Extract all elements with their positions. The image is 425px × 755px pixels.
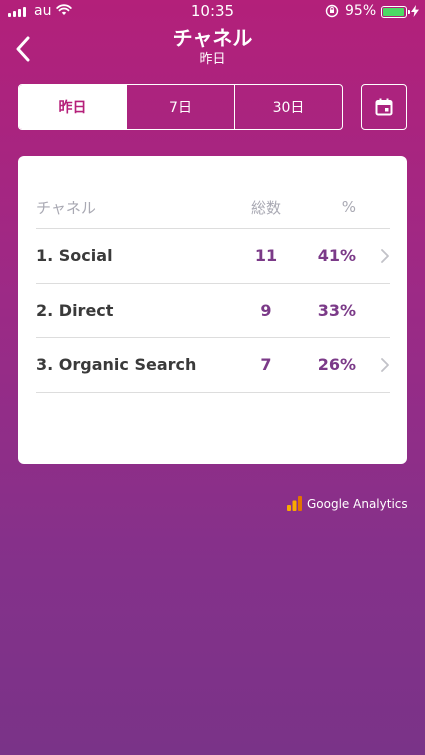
charging-bolt-icon (411, 5, 419, 21)
row-channel-name: 1. Social (36, 246, 113, 266)
status-bar: au 10:35 95% (0, 0, 425, 24)
battery-icon (381, 6, 410, 18)
row-total: 11 (254, 246, 278, 266)
chevron-right-icon (381, 357, 389, 372)
tab-7-days[interactable]: 7日 (126, 85, 234, 129)
google-analytics-brand: Google Analytics (287, 496, 408, 511)
table-row-organic-search[interactable]: 3. Organic Search 7 26% (36, 338, 390, 393)
row-total: 9 (260, 300, 272, 320)
page-title: チャネル (172, 26, 253, 50)
page-subtitle: 昨日 (199, 52, 226, 67)
header-percent: % (341, 198, 356, 216)
analytics-logo-icon (287, 496, 302, 511)
header-total: 総数 (250, 198, 281, 217)
row-percent: 26% (317, 355, 356, 375)
orientation-lock-icon (325, 4, 339, 22)
row-channel-name: 2. Direct (36, 300, 114, 320)
table-row-social[interactable]: 1. Social 11 41% (36, 229, 390, 284)
tab-30-days[interactable]: 30日 (234, 85, 342, 129)
chevron-right-icon (381, 248, 389, 263)
table-header: チャネル 総数 % (36, 186, 390, 229)
table-row-direct[interactable]: 2. Direct 9 33% (36, 284, 390, 338)
channel-table: チャネル 総数 % 1. Social 11 41% 2. Direct 9 3… (36, 186, 390, 393)
tab-yesterday[interactable]: 昨日 (19, 85, 126, 129)
row-total: 7 (260, 355, 272, 375)
brand-label: Google Analytics (307, 496, 408, 511)
row-channel-name: 3. Organic Search (36, 355, 197, 375)
date-range-tabs: 昨日 7日 30日 (18, 84, 343, 130)
channel-card: チャネル 総数 % 1. Social 11 41% 2. Direct 9 3… (18, 156, 407, 464)
calendar-button[interactable] (361, 84, 407, 130)
row-percent: 33% (317, 300, 356, 320)
header-channel: チャネル (36, 198, 96, 217)
row-percent: 41% (317, 246, 356, 266)
calendar-icon (375, 98, 393, 116)
battery-percent: 95% (345, 3, 377, 19)
